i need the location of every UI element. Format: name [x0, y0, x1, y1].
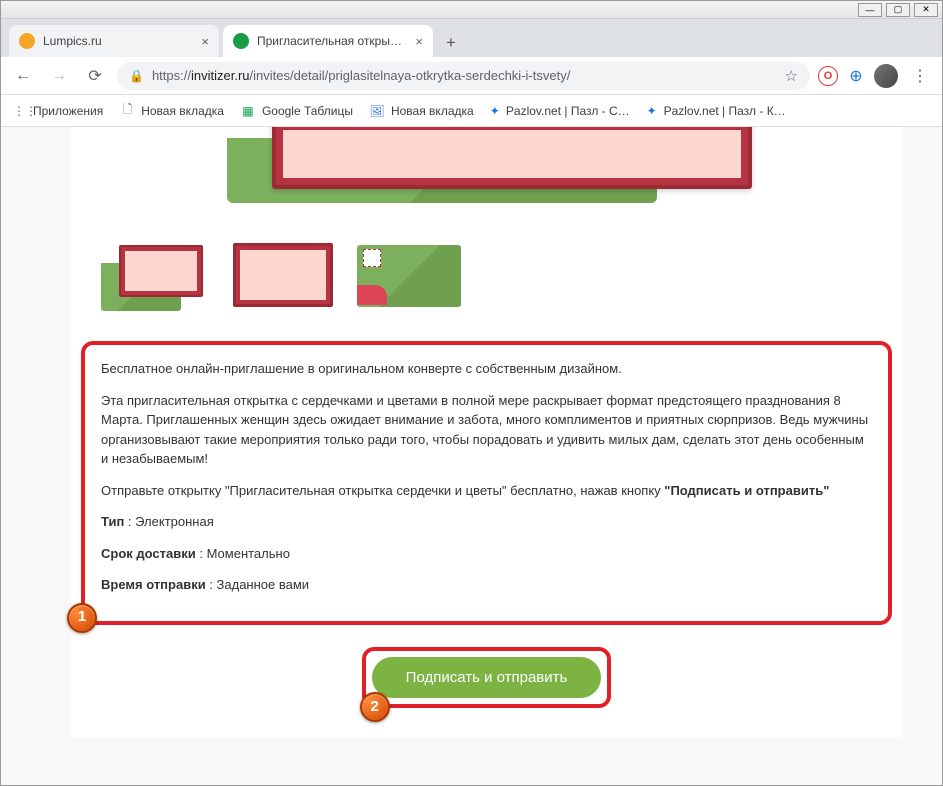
browser-menu-icon[interactable]: ⋮	[906, 66, 934, 86]
favicon-icon	[233, 33, 249, 49]
sign-and-send-button[interactable]: Подписать и отправить	[372, 657, 602, 698]
tab-strip: Lumpics.ru × Пригласительная открытка се…	[1, 19, 942, 57]
bookmark-newtab-2[interactable]: 🖼 Новая вкладка	[369, 103, 474, 119]
tab-invitizer[interactable]: Пригласительная открытка сер… ×	[223, 25, 433, 57]
favicon-icon	[19, 33, 35, 49]
bookmark-google-sheets[interactable]: ▦ Google Таблицы	[240, 103, 353, 119]
meta-type: Тип : Электронная	[101, 512, 872, 532]
bookmark-pazlov-1[interactable]: ✦ Pazlov.net | Пазл - С…	[490, 103, 630, 119]
bookmark-label: Pazlov.net | Пазл - С…	[506, 104, 630, 118]
card-graphic	[272, 127, 752, 189]
instruction-text: Отправьте открытку "Пригласительная откр…	[101, 481, 872, 501]
page-scroll[interactable]: Бесплатное онлайн-приглашение в оригинал…	[1, 127, 942, 785]
close-icon[interactable]: ×	[415, 34, 423, 49]
bookmark-label: Google Таблицы	[262, 104, 353, 118]
tab-title: Lumpics.ru	[43, 34, 193, 48]
page-card: Бесплатное онлайн-приглашение в оригинал…	[71, 127, 902, 738]
forward-button: →	[45, 62, 73, 90]
tab-title: Пригласительная открытка сер…	[257, 34, 407, 48]
address-bar[interactable]: 🔒 https://invitizer.ru/invites/detail/pr…	[117, 62, 810, 90]
thumbnail-3[interactable]	[357, 239, 465, 311]
bookmark-label: Приложения	[33, 104, 103, 118]
bookmarks-bar: ⋮⋮⋮ Приложения 🗋 Новая вкладка ▦ Google …	[1, 95, 942, 127]
bookmark-star-icon[interactable]: ☆	[785, 67, 798, 85]
bookmark-apps[interactable]: ⋮⋮⋮ Приложения	[11, 103, 103, 119]
window-maximize-button[interactable]: ▢	[886, 3, 910, 17]
sheets-icon: ▦	[240, 103, 256, 119]
content-viewport: Бесплатное онлайн-приглашение в оригинал…	[1, 127, 942, 785]
puzzle-icon: ✦	[646, 103, 658, 119]
lock-icon: 🔒	[129, 69, 144, 83]
cta-highlight: Подписать и отправить 2	[362, 647, 612, 708]
extension-globe-icon[interactable]: ⊕	[846, 66, 866, 86]
extension-opera-icon[interactable]: O	[818, 66, 838, 86]
bookmark-label: Новая вкладка	[141, 104, 224, 118]
reload-button[interactable]: ⟳	[81, 62, 109, 90]
thumbnail-2[interactable]	[229, 239, 337, 311]
back-button[interactable]: ←	[9, 62, 37, 90]
annotation-badge-1: 1	[67, 603, 97, 633]
thumbnail-1[interactable]	[101, 239, 209, 311]
close-icon[interactable]: ×	[201, 34, 209, 49]
annotation-badge-2: 2	[360, 692, 390, 722]
lead-text: Бесплатное онлайн-приглашение в оригинал…	[101, 359, 872, 379]
window-minimize-button[interactable]: —	[858, 3, 882, 17]
image-icon: 🖼	[369, 103, 385, 119]
meta-delivery: Срок доставки : Моментально	[101, 544, 872, 564]
meta-sendtime: Время отправки : Заданное вами	[101, 575, 872, 595]
bookmark-label: Новая вкладка	[391, 104, 474, 118]
tab-lumpics[interactable]: Lumpics.ru ×	[9, 25, 219, 57]
thumbnail-row	[81, 233, 892, 341]
browser-toolbar: ← → ⟳ 🔒 https://invitizer.ru/invites/det…	[1, 57, 942, 95]
bookmark-newtab[interactable]: 🗋 Новая вкладка	[119, 103, 224, 119]
new-tab-button[interactable]: +	[437, 29, 465, 57]
profile-avatar[interactable]	[874, 64, 898, 88]
browser-window: — ▢ ✕ Lumpics.ru × Пригласительная откры…	[0, 0, 943, 786]
cta-row: Подписать и отправить 2	[81, 647, 892, 708]
apps-icon: ⋮⋮⋮	[11, 103, 27, 119]
url-text: https://invitizer.ru/invites/detail/prig…	[152, 68, 570, 83]
window-close-button[interactable]: ✕	[914, 3, 938, 17]
puzzle-icon: ✦	[490, 103, 500, 119]
window-titlebar: — ▢ ✕	[1, 1, 942, 19]
description-box: Бесплатное онлайн-приглашение в оригинал…	[81, 341, 892, 625]
bookmark-label: Pazlov.net | Пазл - К…	[664, 104, 786, 118]
main-preview	[227, 127, 747, 203]
bookmark-pazlov-2[interactable]: ✦ Pazlov.net | Пазл - К…	[646, 103, 786, 119]
body-text: Эта пригласительная открытка с сердечкам…	[101, 391, 872, 469]
file-icon: 🗋	[119, 103, 135, 119]
